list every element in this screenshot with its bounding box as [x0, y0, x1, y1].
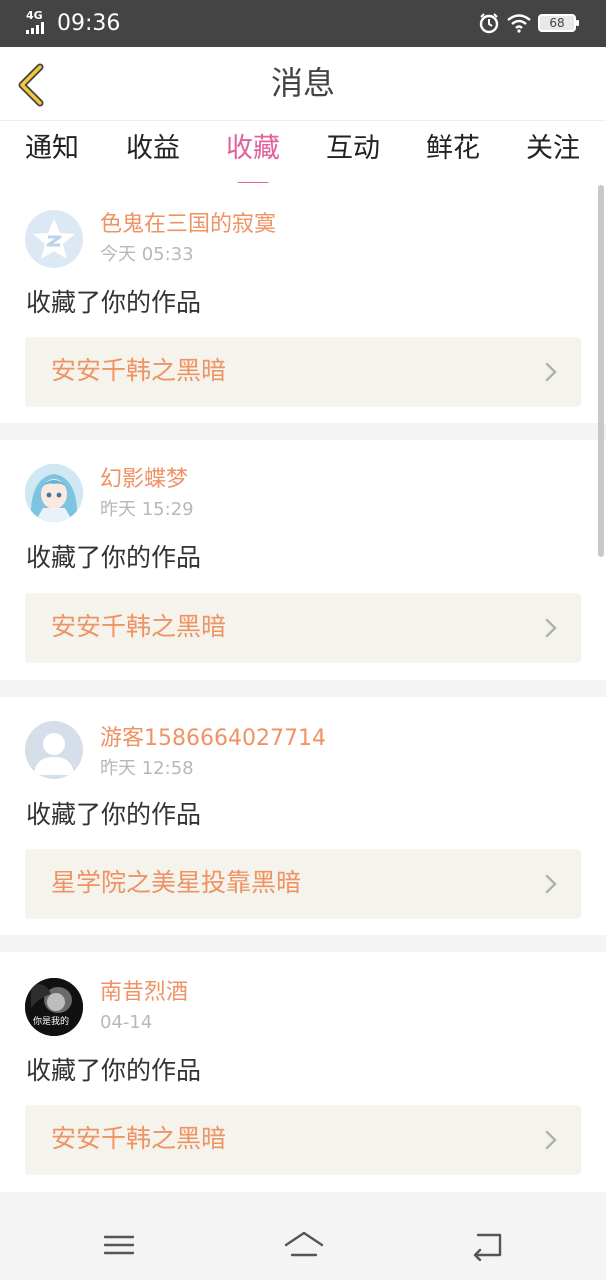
card-divider — [0, 1192, 606, 1211]
message-time: 昨天 15:29 — [100, 499, 194, 520]
work-link[interactable]: 安安千韩之黑暗 — [25, 337, 581, 407]
header: 消息 — [0, 47, 606, 121]
dark-photo-avatar[interactable]: 你是我的 — [25, 978, 83, 1036]
work-title: 安安千韩之黑暗 — [51, 356, 227, 385]
message-time: 昨天 12:58 — [100, 758, 194, 779]
tab-label: 收藏 — [226, 133, 280, 164]
chevron-right-icon — [545, 874, 557, 894]
photo-image — [25, 978, 83, 1036]
user-name[interactable]: 南昔烈酒 — [100, 979, 188, 1007]
work-title: 安安千韩之黑暗 — [51, 1124, 227, 1153]
tab-notifications[interactable]: 通知 — [2, 131, 102, 167]
card-divider — [0, 680, 606, 697]
person-icon — [34, 733, 74, 775]
tab-label: 互动 — [326, 133, 380, 164]
message-time: 04-14 — [100, 1012, 153, 1033]
card-divider — [0, 935, 606, 952]
action-text: 收藏了你的作品 — [26, 800, 202, 829]
message-card: 游客1586664027714 昨天 12:58 收藏了你的作品 星学院之美星投… — [0, 697, 606, 937]
network-type: 4G — [26, 9, 43, 22]
tab-follows[interactable]: 关注 — [503, 131, 603, 167]
default-person-avatar[interactable] — [25, 721, 83, 779]
star-icon — [33, 219, 75, 259]
work-title: 安安千韩之黑暗 — [51, 612, 227, 641]
tab-label: 通知 — [25, 133, 79, 164]
message-card: 色鬼在三国的寂寞 今天 05:33 收藏了你的作品 安安千韩之黑暗 — [0, 183, 606, 423]
tab-bar: 通知 收益 收藏 互动 鲜花 关注 — [0, 121, 606, 186]
avatar-caption: 你是我的 — [33, 1017, 70, 1027]
work-link[interactable]: 安安千韩之黑暗 — [25, 593, 581, 663]
tab-earnings[interactable]: 收益 — [103, 131, 203, 167]
scrollbar[interactable] — [598, 185, 604, 557]
anime-girl-image — [25, 464, 83, 522]
back-icon[interactable] — [470, 1229, 506, 1261]
message-card: 你是我的 南昔烈酒 04-14 收藏了你的作品 安安千韩之黑暗 — [0, 952, 606, 1192]
qq-star-avatar[interactable] — [25, 210, 83, 268]
status-time: 09:36 — [57, 11, 121, 36]
chevron-right-icon — [545, 362, 557, 382]
tab-interactions[interactable]: 互动 — [303, 131, 403, 167]
work-title: 星学院之美星投靠黑暗 — [51, 868, 302, 897]
battery-level: 68 — [549, 16, 565, 30]
action-text: 收藏了你的作品 — [26, 1056, 202, 1085]
page-title: 消息 — [270, 64, 335, 102]
user-name[interactable]: 幻影蝶梦 — [100, 466, 188, 494]
chevron-right-icon — [545, 1130, 557, 1150]
wifi-icon — [507, 14, 531, 33]
work-link[interactable]: 星学院之美星投靠黑暗 — [25, 849, 581, 919]
work-link[interactable]: 安安千韩之黑暗 — [25, 1105, 581, 1175]
tab-favorites[interactable]: 收藏 — [203, 131, 303, 186]
battery-icon: 68 — [538, 14, 579, 32]
tab-label: 收益 — [126, 133, 180, 164]
home-icon[interactable] — [283, 1229, 325, 1261]
tab-label: 鲜花 — [426, 133, 480, 164]
user-name[interactable]: 色鬼在三国的寂寞 — [100, 211, 276, 239]
message-card: 幻影蝶梦 昨天 15:29 收藏了你的作品 安安千韩之黑暗 — [0, 440, 606, 680]
tab-label: 关注 — [526, 133, 580, 164]
action-text: 收藏了你的作品 — [26, 288, 202, 317]
signal-icon — [26, 22, 44, 34]
message-time: 今天 05:33 — [100, 244, 194, 265]
anime-girl-avatar[interactable] — [25, 464, 83, 522]
tab-flowers[interactable]: 鲜花 — [403, 131, 503, 167]
alarm-icon — [479, 13, 499, 34]
chevron-right-icon — [545, 618, 557, 638]
card-divider — [0, 423, 606, 440]
status-bar: 4G 09:36 68 — [0, 0, 606, 47]
menu-icon[interactable] — [101, 1229, 137, 1261]
user-name[interactable]: 游客1586664027714 — [100, 725, 326, 753]
system-nav-bar — [0, 1211, 606, 1280]
action-text: 收藏了你的作品 — [26, 543, 202, 572]
